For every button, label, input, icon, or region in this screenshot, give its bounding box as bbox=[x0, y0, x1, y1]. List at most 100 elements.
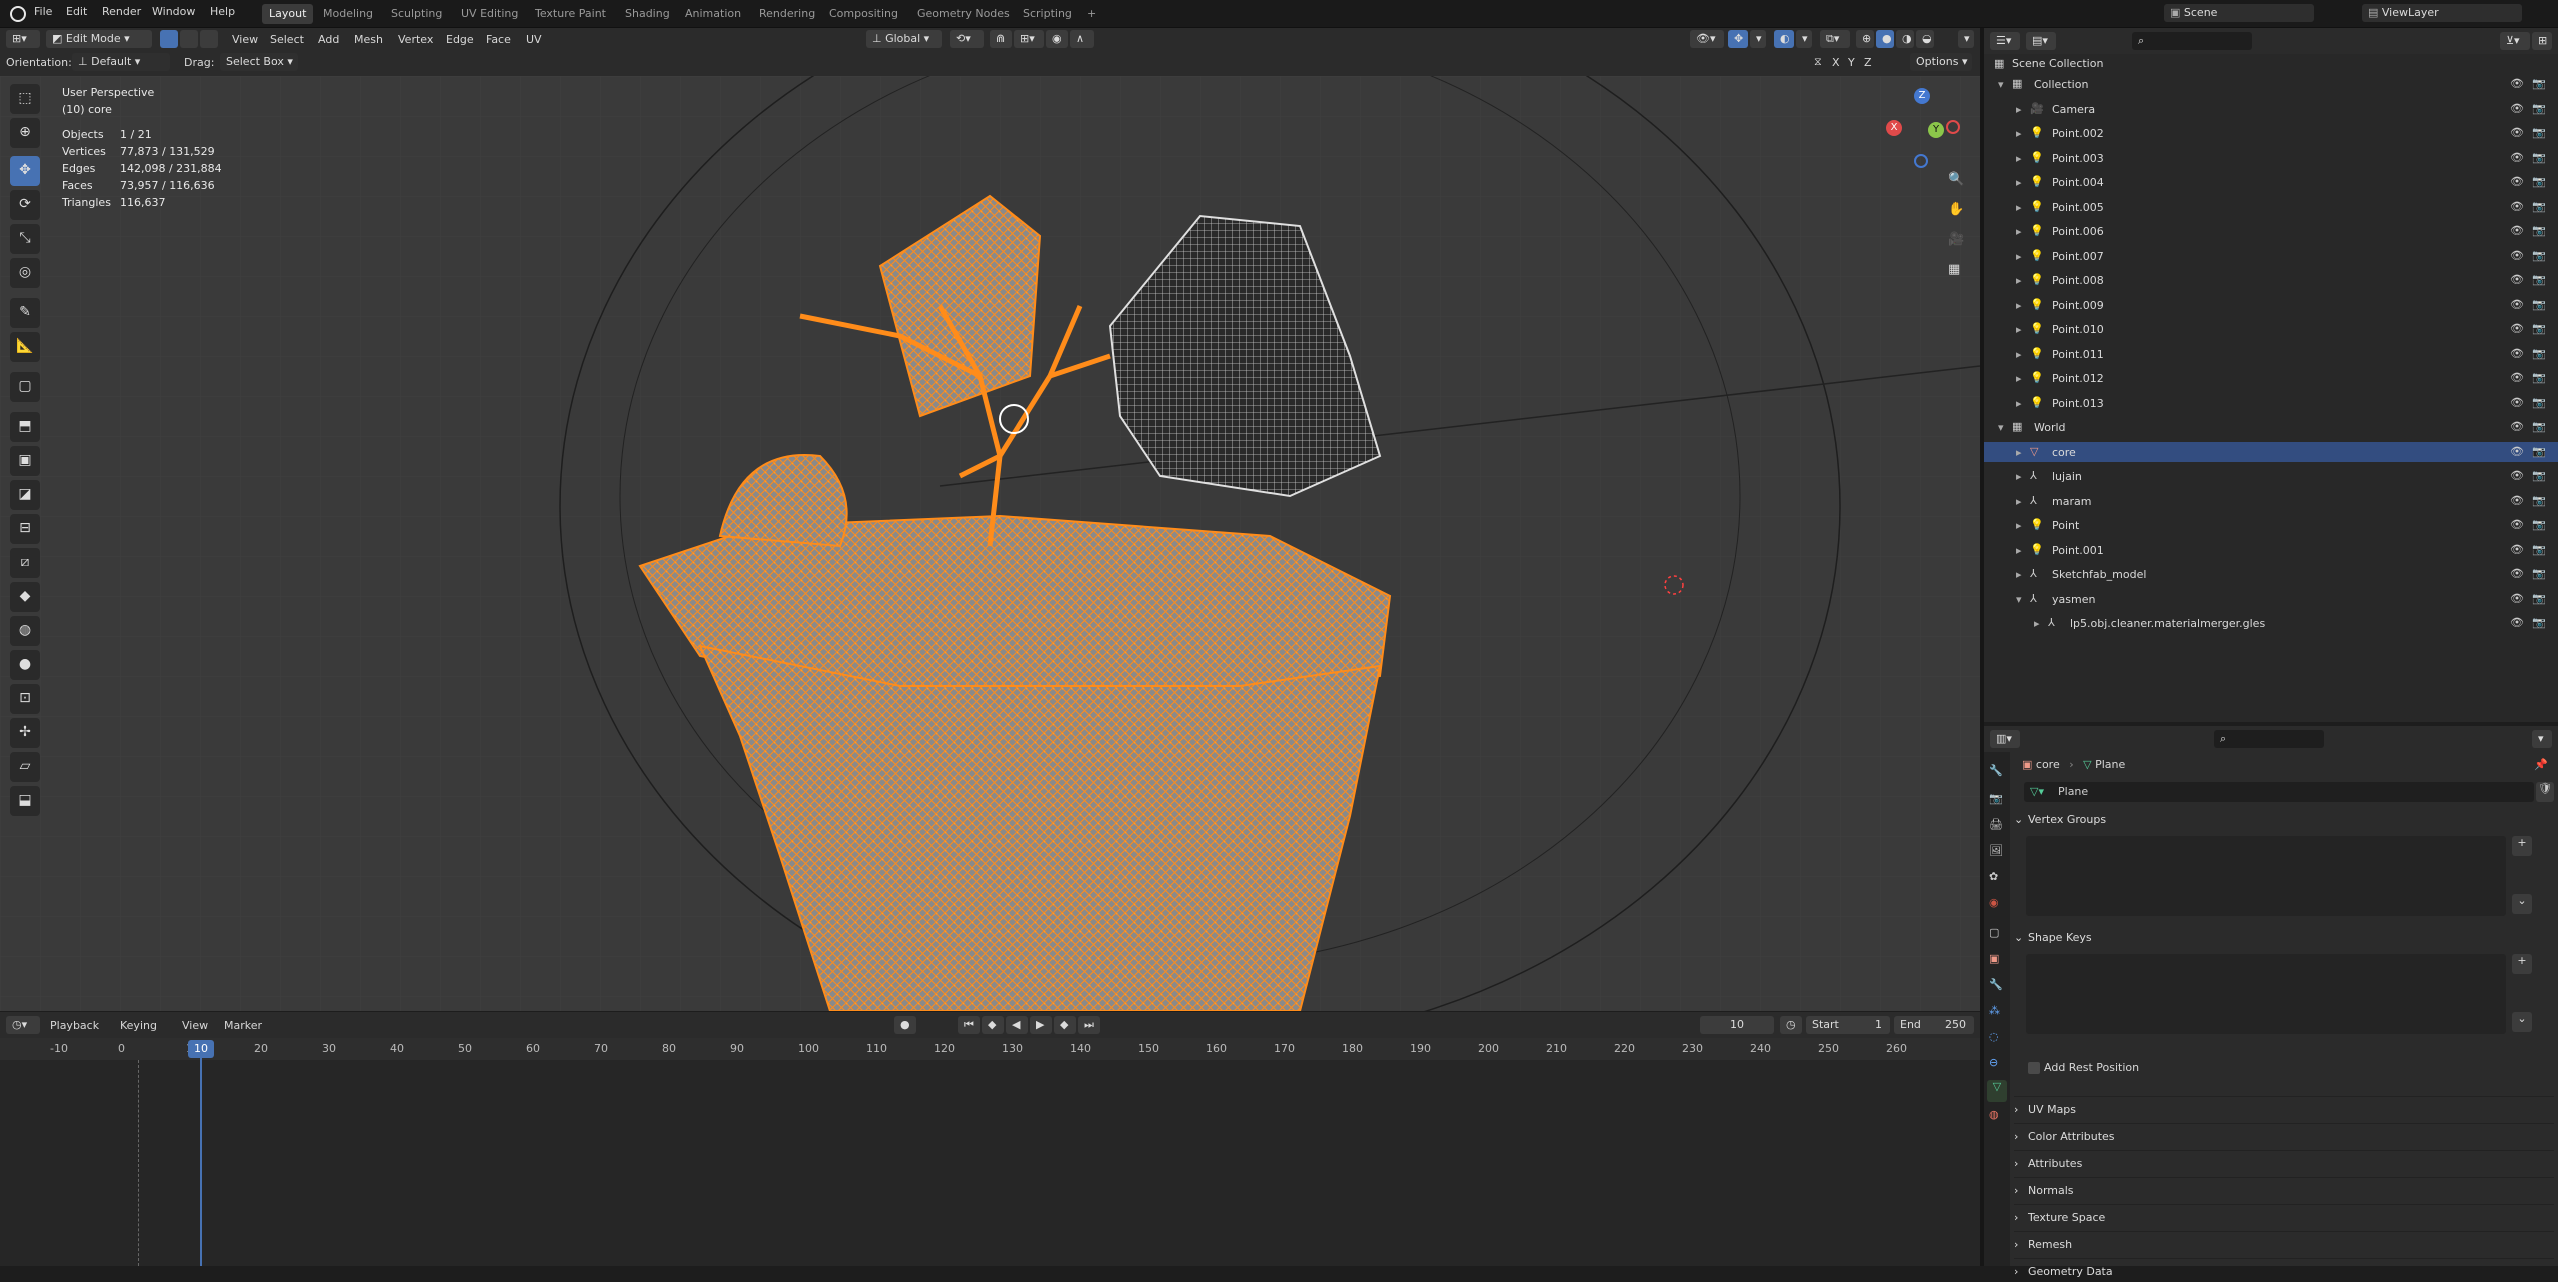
tab-geometry-nodes[interactable]: Geometry Nodes bbox=[910, 4, 1017, 24]
panel-vertex-groups[interactable]: ⌄ Vertex Groups bbox=[2014, 808, 2554, 832]
render-camera-icon[interactable]: 📷 bbox=[2532, 151, 2546, 164]
render-camera-icon[interactable]: 📷 bbox=[2532, 371, 2546, 384]
select-mode-face[interactable] bbox=[200, 30, 218, 48]
tab-texture-paint[interactable]: Texture Paint bbox=[528, 4, 613, 24]
render-camera-icon[interactable]: 📷 bbox=[2532, 420, 2546, 433]
render-camera-icon[interactable]: 📷 bbox=[2532, 249, 2546, 262]
menu-window[interactable]: Window bbox=[152, 5, 195, 18]
visibility-eye-icon[interactable]: 👁 bbox=[2510, 151, 2524, 164]
collapsed-panel[interactable]: › Attributes bbox=[2014, 1150, 2554, 1174]
render-camera-icon[interactable]: 📷 bbox=[2532, 298, 2546, 311]
annotate-tool[interactable]: ✎ bbox=[10, 298, 40, 328]
tab-modifiers-icon[interactable]: 🔧 bbox=[1989, 978, 2003, 991]
expand-chevron-icon[interactable]: ▸ bbox=[2016, 323, 2022, 336]
poly-build-tool[interactable]: ◆ bbox=[10, 582, 40, 612]
3d-viewport[interactable]: ⬚ ⊕ ✥ ⟳ ⤡ ◎ ✎ 📐 ▢ ⬒ ▣ ◪ ⊟ ⧄ ◆ ◍ ● ⊡ ✢ ▱ … bbox=[0, 76, 1980, 1011]
jump-start-button[interactable]: ⏮ bbox=[958, 1016, 980, 1034]
orientation-dropdown[interactable]: ⊥ Default ▾ bbox=[72, 53, 170, 71]
visibility-eye-icon[interactable]: 👁 bbox=[2510, 592, 2524, 605]
tab-scene-icon[interactable]: ✿ bbox=[1989, 870, 1998, 883]
properties-options[interactable]: ▾ bbox=[2532, 730, 2552, 748]
snap-dropdown[interactable]: ⊞▾ bbox=[1014, 30, 1044, 48]
smooth-tool[interactable]: ● bbox=[10, 650, 40, 680]
new-collection-button[interactable]: ⊞ bbox=[2532, 32, 2552, 50]
fake-user-icon[interactable]: 🛡 bbox=[2536, 782, 2554, 802]
properties-search-input[interactable]: ⌕ bbox=[2214, 730, 2324, 748]
menu-select[interactable]: Select bbox=[270, 33, 304, 46]
expand-chevron-icon[interactable]: ▸ bbox=[2016, 299, 2022, 312]
tab-animation[interactable]: Animation bbox=[678, 4, 748, 24]
select-mode-vertex[interactable] bbox=[160, 30, 178, 48]
play-reverse-button[interactable]: ◀ bbox=[1006, 1016, 1028, 1034]
shading-wireframe[interactable]: ⊕ bbox=[1856, 30, 1874, 48]
expand-chevron-icon[interactable]: ▾ bbox=[1998, 78, 2004, 91]
move-tool[interactable]: ✥ bbox=[10, 156, 40, 186]
view-layer-selector[interactable]: ▤ ViewLayer bbox=[2362, 4, 2522, 22]
visibility-eye-icon[interactable]: 👁 bbox=[2510, 420, 2524, 433]
pivot-dropdown[interactable]: ⟲▾ bbox=[950, 30, 984, 48]
outliner-row[interactable]: ▸ 💡 Point.003 👁 📷 bbox=[1984, 148, 2558, 168]
pin-icon[interactable]: 📌 bbox=[2534, 758, 2548, 771]
tab-output-icon[interactable]: 🖨 bbox=[1989, 818, 2003, 831]
render-camera-icon[interactable]: 📷 bbox=[2532, 273, 2546, 286]
collapsed-panel[interactable]: › UV Maps bbox=[2014, 1096, 2554, 1120]
expand-chevron-icon[interactable]: ▾ bbox=[2016, 593, 2022, 606]
collapsed-panel[interactable]: › Color Attributes bbox=[2014, 1123, 2554, 1147]
scene-selector[interactable]: ▣ Scene bbox=[2164, 4, 2314, 22]
rotate-tool[interactable]: ⟳ bbox=[10, 190, 40, 220]
render-camera-icon[interactable]: 📷 bbox=[2532, 175, 2546, 188]
outliner-row[interactable]: ▸ 💡 Point.005 👁 📷 bbox=[1984, 197, 2558, 217]
blender-logo-icon[interactable] bbox=[10, 6, 26, 22]
tab-sculpting[interactable]: Sculpting bbox=[384, 4, 449, 24]
gizmo-y-axis[interactable]: Y bbox=[1928, 122, 1944, 138]
add-cube-tool[interactable]: ▢ bbox=[10, 372, 40, 402]
tab-shading[interactable]: Shading bbox=[618, 4, 677, 24]
axis-z-toggle[interactable]: Z bbox=[1864, 56, 1872, 69]
render-camera-icon[interactable]: 📷 bbox=[2532, 567, 2546, 580]
menu-add[interactable]: Add bbox=[318, 33, 339, 46]
add-rest-position-checkbox[interactable] bbox=[2028, 1062, 2040, 1074]
outliner-row[interactable]: ▸ 💡 Point.009 👁 📷 bbox=[1984, 295, 2558, 315]
pan-hand-icon[interactable]: ✋ bbox=[1948, 202, 1968, 222]
ortho-grid-icon[interactable]: ▦ bbox=[1948, 262, 1968, 282]
mirror-icon[interactable]: ⧖ bbox=[1808, 53, 1828, 71]
drag-dropdown[interactable]: Select Box ▾ bbox=[220, 53, 298, 71]
collapsed-panel[interactable]: › Normals bbox=[2014, 1177, 2554, 1201]
expand-chevron-icon[interactable]: ▸ bbox=[2016, 470, 2022, 483]
preview-range-toggle[interactable]: ◷ bbox=[1780, 1016, 1802, 1034]
tab-constraints-icon[interactable]: ⊖ bbox=[1989, 1056, 1998, 1069]
menu-marker[interactable]: Marker bbox=[224, 1019, 262, 1032]
timeline-ruler[interactable]: -10 0 10 20 30 40 50 60 70 80 90 100 110 120 130 140 150… bbox=[0, 1038, 1980, 1060]
expand-chevron-icon[interactable]: ▸ bbox=[2016, 372, 2022, 385]
playhead-frame-badge[interactable]: 10 bbox=[188, 1040, 214, 1058]
visibility-eye-icon[interactable]: 👁 bbox=[2510, 567, 2524, 580]
outliner-row[interactable]: ▸ 💡 Point.007 👁 📷 bbox=[1984, 246, 2558, 266]
visibility-eye-icon[interactable]: 👁 bbox=[2510, 200, 2524, 213]
options-dropdown[interactable]: Options ▾ bbox=[1910, 53, 1972, 71]
tab-world-icon[interactable]: ◉ bbox=[1989, 896, 1999, 909]
transform-orientation-dropdown[interactable]: ⊥ Global ▾ bbox=[866, 30, 942, 48]
gizmo-neg-x[interactable] bbox=[1946, 120, 1960, 134]
expand-chevron-icon[interactable]: ▸ bbox=[2016, 495, 2022, 508]
visibility-eye-icon[interactable]: 👁 bbox=[2510, 102, 2524, 115]
render-camera-icon[interactable]: 📷 bbox=[2532, 224, 2546, 237]
outliner-search-input[interactable]: ⌕ bbox=[2132, 32, 2252, 50]
expand-chevron-icon[interactable]: ▸ bbox=[2016, 397, 2022, 410]
jump-end-button[interactable]: ⏭ bbox=[1078, 1016, 1100, 1034]
render-camera-icon[interactable]: 📷 bbox=[2532, 126, 2546, 139]
expand-chevron-icon[interactable]: ▸ bbox=[2016, 176, 2022, 189]
outliner-filter-button[interactable]: ⊻▾ bbox=[2500, 32, 2530, 50]
expand-chevron-icon[interactable]: ▸ bbox=[2016, 519, 2022, 532]
collapsed-panel[interactable]: › Remesh bbox=[2014, 1231, 2554, 1255]
vertex-group-add-button[interactable]: + bbox=[2512, 836, 2532, 856]
visibility-eye-icon[interactable]: 👁 bbox=[2510, 77, 2524, 90]
proportional-falloff-dropdown[interactable]: ∧ bbox=[1070, 30, 1094, 48]
auto-key-toggle[interactable]: ● bbox=[894, 1016, 916, 1034]
tab-tool-icon[interactable]: 🔧 bbox=[1989, 764, 2003, 777]
navigation-gizmo[interactable]: Z Y X bbox=[1884, 84, 1964, 168]
render-camera-icon[interactable]: 📷 bbox=[2532, 543, 2546, 556]
visibility-eye-icon[interactable]: 👁 bbox=[2510, 371, 2524, 384]
snap-toggle[interactable]: ⋒ bbox=[990, 30, 1012, 48]
render-camera-icon[interactable]: 📷 bbox=[2532, 396, 2546, 409]
properties-editor-type[interactable]: ▥▾ bbox=[1990, 730, 2020, 748]
